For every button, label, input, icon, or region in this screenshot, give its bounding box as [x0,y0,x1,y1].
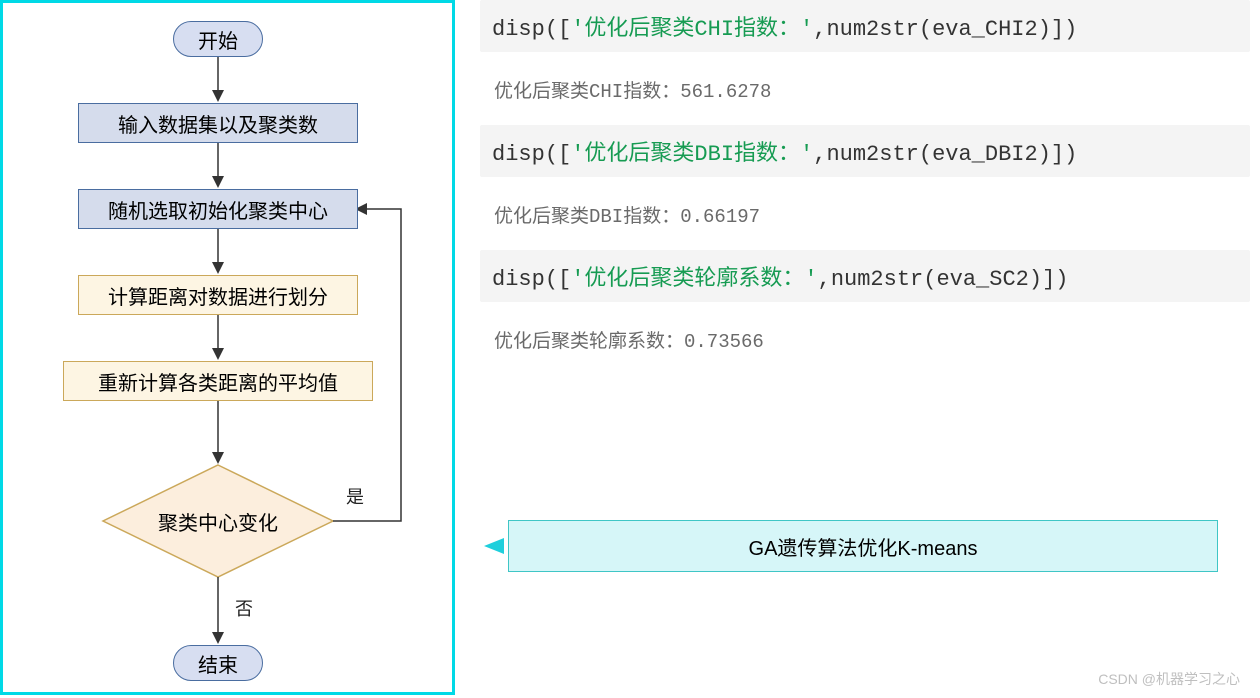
code-num2str: num2str [826,142,918,167]
output-line-1: 优化后聚类CHI指数：561.6278 [480,70,1250,125]
edge-label-no: 否 [235,595,253,621]
code-var-3: eva_SC2 [936,267,1028,292]
watermark: CSDN @机器学习之心 [1098,669,1240,689]
code-fn: disp [492,142,545,167]
flow-decision: 聚类中心变化 [98,465,338,577]
flow-decision-label: 聚类中心变化 [158,507,278,536]
code-str-2: '优化后聚类DBI指数：' [571,142,813,167]
code-fn: disp [492,17,545,42]
code-line-1: disp(['优化后聚类CHI指数：',num2str(eva_CHI2)]) [480,0,1250,52]
flow-step3: 计算距离对数据进行划分 [78,275,358,315]
edge-label-yes: 是 [346,483,364,509]
code-num2str: num2str [831,267,923,292]
code-line-3: disp(['优化后聚类轮廓系数：',num2str(eva_SC2)]) [480,250,1250,302]
output-line-3: 优化后聚类轮廓系数：0.73566 [480,320,1250,375]
code-str-1: '优化后聚类CHI指数：' [571,17,813,42]
ga-title-label: GA遗传算法优化K-means [749,532,978,561]
flow-end: 结束 [173,645,263,681]
flow-end-label: 结束 [198,649,238,678]
flow-step1-label: 输入数据集以及聚类数 [118,109,318,138]
flow-step3-label: 计算距离对数据进行划分 [108,281,328,310]
ga-title-box: GA遗传算法优化K-means [508,520,1218,572]
code-var-1: eva_CHI2 [932,17,1038,42]
code-var-2: eva_DBI2 [932,142,1038,167]
code-fn: disp [492,267,545,292]
flow-step1: 输入数据集以及聚类数 [78,103,358,143]
output-line-2: 优化后聚类DBI指数：0.66197 [480,195,1250,250]
flow-step2: 随机选取初始化聚类中心 [78,189,358,229]
flow-step2-label: 随机选取初始化聚类中心 [108,195,328,224]
code-num2str: num2str [826,17,918,42]
flowchart-panel: 开始 输入数据集以及聚类数 随机选取初始化聚类中心 计算距离对数据进行划分 重新… [0,0,455,695]
output-panel: disp(['优化后聚类CHI指数：',num2str(eva_CHI2)]) … [480,0,1250,695]
flow-step4-label: 重新计算各类距离的平均值 [98,367,338,396]
code-str-3: '优化后聚类轮廓系数：' [571,267,817,292]
code-line-2: disp(['优化后聚类DBI指数：',num2str(eva_DBI2)]) [480,125,1250,177]
flow-start: 开始 [173,21,263,57]
flow-start-label: 开始 [198,25,238,54]
flow-step4: 重新计算各类距离的平均值 [63,361,373,401]
